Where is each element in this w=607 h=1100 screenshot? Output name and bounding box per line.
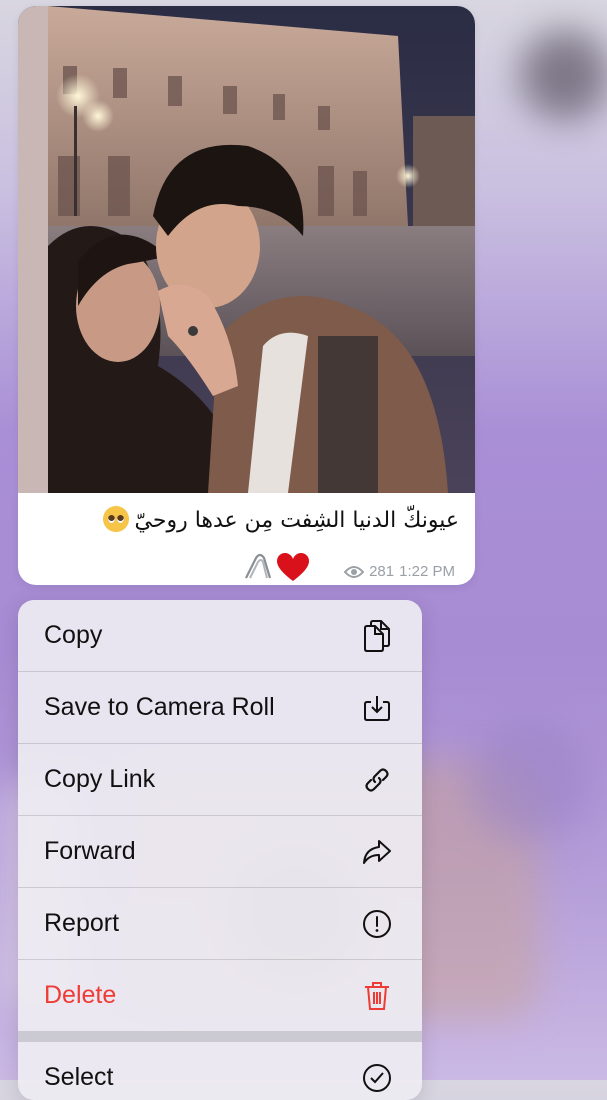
message-meta: 281 1:22 PM (344, 563, 455, 580)
copy-icon (360, 619, 394, 653)
menu-item-label: Select (44, 1063, 114, 1091)
views-count: 281 (369, 563, 395, 580)
report-icon (360, 907, 394, 941)
background-blur (470, 720, 590, 840)
menu-item-label: Copy (44, 621, 103, 649)
menu-item-label: Forward (44, 837, 136, 865)
check-circle-icon (360, 1061, 394, 1095)
views-icon (344, 565, 365, 579)
menu-item-copy-link[interactable]: Copy Link (18, 744, 422, 816)
menu-separator (18, 1032, 422, 1042)
background-blur (520, 30, 607, 120)
trash-icon (360, 979, 394, 1013)
message-photo[interactable] (18, 6, 475, 493)
download-icon (360, 691, 394, 725)
message-bubble[interactable]: عيونكّ الدنيا الشِفت مِن عدها روحيّ 281 … (18, 6, 475, 585)
menu-item-select[interactable]: Select (18, 1042, 422, 1100)
context-menu: Copy Save to Camera Roll Copy Link Forwa… (18, 600, 422, 1100)
forward-icon (360, 835, 394, 869)
message-time: 1:22 PM (399, 563, 455, 580)
menu-item-label: Save to Camera Roll (44, 693, 275, 721)
link-icon (360, 763, 394, 797)
menu-item-label: Copy Link (44, 765, 156, 793)
menu-item-save-to-camera-roll[interactable]: Save to Camera Roll (18, 672, 422, 744)
pleading-face-emoji (102, 506, 129, 532)
reactions[interactable] (240, 552, 310, 584)
menu-item-label: Delete (44, 981, 117, 1009)
menu-item-delete[interactable]: Delete (18, 960, 422, 1032)
menu-item-report[interactable]: Report (18, 888, 422, 960)
menu-item-label: Report (44, 909, 120, 937)
paperclip-icon (245, 553, 272, 579)
menu-item-forward[interactable]: Forward (18, 816, 422, 888)
menu-item-copy[interactable]: Copy (18, 600, 422, 672)
message-caption: عيونكّ الدنيا الشِفت مِن عدها روحيّ (34, 506, 459, 533)
heart-icon (277, 553, 309, 581)
